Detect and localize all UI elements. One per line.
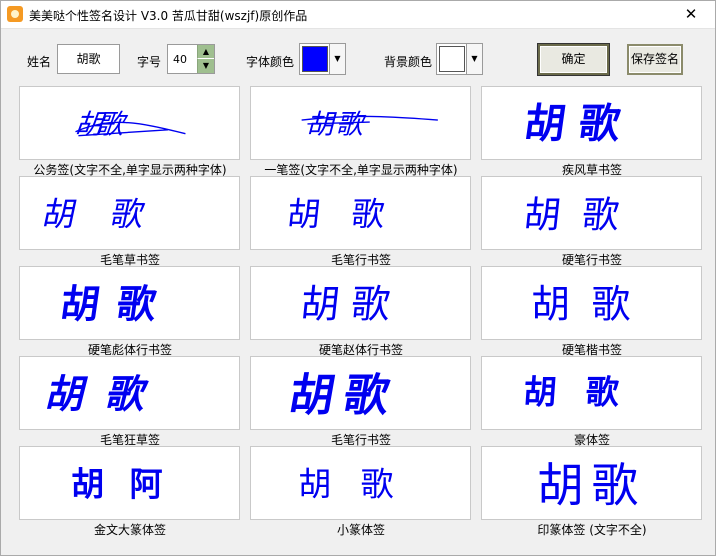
- title-bar: 美美哒个性签名设计 V3.0 苦瓜甘甜(wszjf)原创作品 ✕: [1, 1, 715, 29]
- signature-preview-card[interactable]: 胡歌: [250, 86, 471, 160]
- signature-style-caption: 小篆体签: [336, 523, 385, 537]
- signature-preview-graphic: 胡歌: [285, 195, 417, 234]
- signature-style-caption: 印篆体签 (文字不全): [537, 523, 647, 537]
- font-size-stepper[interactable]: 40 ▲ ▼: [167, 44, 215, 74]
- signature-preview-card[interactable]: 胡歌: [19, 86, 240, 160]
- name-label: 姓名: [27, 55, 52, 69]
- signature-preview-text: 胡歌: [298, 283, 404, 328]
- signature-preview-card[interactable]: 胡歌: [250, 176, 471, 250]
- signature-preview-card[interactable]: 胡歌: [481, 446, 702, 520]
- font-color-picker[interactable]: ▼: [299, 43, 346, 75]
- dropdown-arrow-icon[interactable]: ▼: [329, 44, 345, 74]
- bg-color-label: 背景颜色: [384, 55, 433, 69]
- font-color-label: 字体颜色: [246, 55, 295, 69]
- signature-preview-card[interactable]: 胡歌: [250, 266, 471, 340]
- signature-preview-card[interactable]: 胡歌: [481, 356, 702, 430]
- app-logo-icon: [7, 6, 23, 22]
- signature-preview-graphic: 胡歌: [57, 283, 176, 328]
- signature-preview-text: 胡歌: [57, 283, 176, 328]
- signature-preview-text: 胡歌: [531, 283, 652, 328]
- signature-preview-graphic: 胡歌: [522, 373, 649, 412]
- signature-preview-text: 胡阿: [71, 465, 188, 504]
- close-button[interactable]: ✕: [669, 1, 713, 28]
- signature-preview-text: 胡歌: [285, 195, 417, 234]
- window-title: 美美哒个性签名设计 V3.0 苦瓜甘甜(wszjf)原创作品: [29, 9, 308, 23]
- font-size-value: 40: [173, 53, 187, 66]
- signature-style-caption: 金文大篆体签: [93, 523, 166, 537]
- signature-preview-graphic: 胡歌: [301, 108, 438, 141]
- signature-preview-graphic: 胡歌: [521, 99, 637, 148]
- signature-preview-graphic: 胡歌: [531, 283, 652, 328]
- signature-preview-graphic: 胡歌: [298, 283, 404, 328]
- signature-preview-graphic: 胡歌: [537, 459, 646, 513]
- signature-preview-text: 胡歌: [285, 369, 403, 422]
- signature-preview-graphic: 胡歌: [72, 109, 186, 140]
- signature-preview-card[interactable]: 胡歌: [19, 266, 240, 340]
- signature-preview-card[interactable]: 胡歌: [481, 86, 702, 160]
- signature-preview-graphic: 胡阿: [71, 465, 188, 504]
- signature-preview-graphic: 胡歌: [39, 195, 183, 234]
- signature-preview-text: 胡歌: [522, 194, 643, 237]
- signature-preview-card[interactable]: 胡歌: [481, 176, 702, 250]
- confirm-button[interactable]: 确定: [538, 44, 609, 75]
- signature-preview-graphic: 胡歌: [42, 372, 174, 417]
- signature-preview-text: 胡歌: [298, 465, 423, 504]
- signature-preview-graphic: 胡歌: [285, 369, 403, 422]
- signature-preview-text: 胡歌: [42, 372, 174, 417]
- save-signature-button[interactable]: 保存签名: [627, 44, 683, 75]
- app-window: 美美哒个性签名设计 V3.0 苦瓜甘甜(wszjf)原创作品 ✕ 姓名 胡歌 字…: [0, 0, 716, 556]
- signature-preview-card[interactable]: 胡歌: [19, 356, 240, 430]
- bg-color-picker[interactable]: ▼: [436, 43, 483, 75]
- signature-preview-card[interactable]: 胡歌: [481, 266, 702, 340]
- font-color-swatch: [302, 46, 328, 72]
- font-size-label: 字号: [137, 55, 162, 69]
- signature-preview-card[interactable]: 胡歌: [250, 356, 471, 430]
- stepper-up-arrow-icon[interactable]: ▲: [197, 45, 214, 59]
- signature-preview-text: 胡歌: [522, 373, 649, 412]
- stepper-down-arrow-icon[interactable]: ▼: [197, 59, 214, 73]
- signature-preview-text: 胡歌: [521, 99, 637, 148]
- signature-preview-card[interactable]: 胡歌: [250, 446, 471, 520]
- name-input[interactable]: 胡歌: [57, 44, 120, 74]
- signature-preview-card[interactable]: 胡阿: [19, 446, 240, 520]
- bg-color-swatch: [439, 46, 465, 72]
- signature-preview-graphic: 胡歌: [298, 465, 423, 504]
- signature-preview-card[interactable]: 胡歌: [19, 176, 240, 250]
- signature-preview-text: 胡歌: [39, 195, 183, 234]
- signature-preview-graphic: 胡歌: [522, 194, 643, 237]
- dropdown-arrow-icon[interactable]: ▼: [466, 44, 482, 74]
- signature-preview-text: 胡歌: [537, 459, 646, 513]
